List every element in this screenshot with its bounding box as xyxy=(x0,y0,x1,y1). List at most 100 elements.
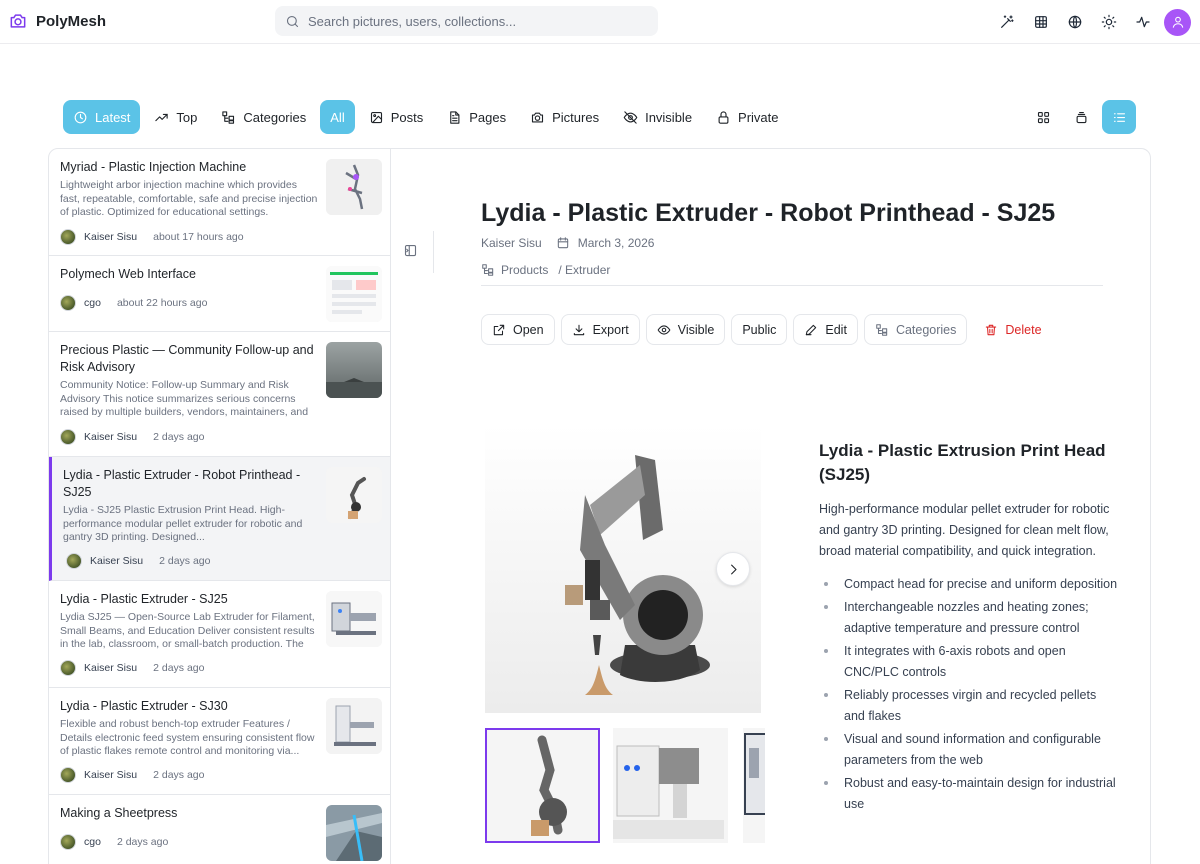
search-input[interactable] xyxy=(308,13,638,29)
button-label: Delete xyxy=(1005,322,1042,337)
feature-item: Reliably processes virgin and recycled p… xyxy=(819,685,1119,727)
filter-all[interactable]: All xyxy=(320,100,355,134)
post-author: Kaiser Sisu xyxy=(84,231,138,243)
app-logo[interactable]: PolyMesh xyxy=(8,11,106,31)
filter-top[interactable]: Top xyxy=(144,100,207,134)
filter-latest[interactable]: Latest xyxy=(63,100,141,134)
public-button[interactable]: Public xyxy=(731,314,788,345)
author-avatar xyxy=(60,660,76,676)
subcategory-link[interactable]: / Extruder xyxy=(558,263,610,277)
author-avatar xyxy=(60,295,76,311)
categories-button[interactable]: Categories xyxy=(863,314,968,345)
magic-wand-button[interactable] xyxy=(990,7,1024,37)
post-desc: Lydia SJ25 — Open-Source Lab Extruder fo… xyxy=(60,611,315,650)
magic-wand-icon xyxy=(1001,15,1014,28)
search-bar[interactable] xyxy=(275,6,658,36)
filter-label: Categories xyxy=(243,109,307,125)
filter-invisible[interactable]: Invisible xyxy=(613,100,702,134)
gallery-thumb[interactable] xyxy=(743,728,765,843)
grid-view-button[interactable] xyxy=(1026,100,1060,134)
camera-icon xyxy=(10,14,26,28)
feature-list: Compact head for precise and uniform dep… xyxy=(819,574,1119,815)
list-item[interactable]: Making a Sheetpress cgo 2 days ago xyxy=(49,795,390,864)
view-mode-bar xyxy=(1026,100,1136,134)
feature-item: Robust and easy-to-maintain design for i… xyxy=(819,773,1119,815)
delete-button[interactable]: Delete xyxy=(973,314,1053,345)
post-meta: Kaiser Sisu 2 days ago xyxy=(60,767,204,783)
feature-item: It integrates with 6-axis robots and ope… xyxy=(819,641,1119,683)
post-thumbnail xyxy=(326,698,382,754)
category-link[interactable]: Products xyxy=(501,263,548,277)
filter-bar: Latest Top Categories All Posts Pages Pi… xyxy=(63,100,789,134)
feature-item: Visual and sound information and configu… xyxy=(819,729,1119,771)
list-item[interactable]: Lydia - Plastic Extruder - Robot Printhe… xyxy=(49,457,390,581)
post-title: Lydia - Plastic Extruder - SJ25 xyxy=(60,592,228,606)
author-avatar xyxy=(60,229,76,245)
theme-toggle-button[interactable] xyxy=(1092,7,1126,37)
user-icon xyxy=(1172,16,1183,28)
filter-pictures[interactable]: Pictures xyxy=(520,100,609,134)
lock-icon xyxy=(718,110,729,124)
post-author: Kaiser Sisu xyxy=(84,662,138,674)
button-label: Export xyxy=(592,322,629,337)
button-label: Categories xyxy=(895,322,957,337)
download-icon xyxy=(573,324,584,335)
filter-label: Pictures xyxy=(552,109,600,125)
post-meta: Kaiser Sisu 2 days ago xyxy=(60,660,204,676)
sidebar-toggle-button[interactable] xyxy=(403,243,418,258)
list-item[interactable]: Lydia - Plastic Extruder - SJ30 Flexible… xyxy=(49,688,390,795)
list-item[interactable]: Polymech Web Interface cgo about 22 hours… xyxy=(49,256,390,332)
post-title: Precious Plastic — Community Follow-up a… xyxy=(60,343,314,374)
button-label: Visible xyxy=(677,322,715,337)
gallery-thumb[interactable] xyxy=(613,728,728,843)
detail-date: March 3, 2026 xyxy=(577,236,655,250)
list-view-button[interactable] xyxy=(1102,100,1136,134)
post-time: 2 days ago xyxy=(153,769,205,781)
post-thumbnail xyxy=(326,467,382,523)
list-item[interactable]: Precious Plastic — Community Follow-up a… xyxy=(49,332,390,457)
activity-button[interactable] xyxy=(1126,7,1160,37)
filter-private[interactable]: Private xyxy=(706,100,788,134)
page-title: Lydia - Plastic Extruder - Robot Printhe… xyxy=(481,199,1056,227)
trash-icon xyxy=(986,324,997,335)
filter-pages[interactable]: Pages xyxy=(437,100,516,134)
next-image-button[interactable] xyxy=(716,552,750,586)
edit-button[interactable]: Edit xyxy=(793,314,858,345)
camera-icon xyxy=(532,112,544,122)
feature-item: Interchangeable nozzles and heating zone… xyxy=(819,597,1119,639)
user-avatar[interactable] xyxy=(1164,8,1191,36)
open-button[interactable]: Open xyxy=(481,314,555,345)
file-text-icon xyxy=(450,110,460,124)
grid-button[interactable] xyxy=(1024,7,1058,37)
post-meta: Kaiser Sisu 2 days ago xyxy=(60,429,204,445)
post-title: Myriad - Plastic Injection Machine xyxy=(60,160,247,174)
post-time: 2 days ago xyxy=(159,555,211,567)
list-item[interactable]: Myriad - Plastic Injection Machine Light… xyxy=(49,149,390,256)
panel-left-icon xyxy=(404,244,417,257)
post-title: Making a Sheetpress xyxy=(60,806,178,820)
eye-icon xyxy=(657,324,671,335)
list-item[interactable]: Lydia - Plastic Extruder - SJ25 Lydia SJ… xyxy=(49,581,390,688)
description-panel: Lydia - Plastic Extrusion Print Head (SJ… xyxy=(819,439,1119,817)
author-avatar xyxy=(60,767,76,783)
author-avatar xyxy=(66,553,82,569)
post-title: Lydia - Plastic Extruder - SJ30 xyxy=(60,699,228,713)
visible-button[interactable]: Visible xyxy=(645,314,726,345)
detail-author[interactable]: Kaiser Sisu xyxy=(481,236,542,250)
stack-icon xyxy=(1076,111,1086,123)
trending-up-icon xyxy=(155,113,169,121)
language-button[interactable] xyxy=(1058,7,1092,37)
post-author: Kaiser Sisu xyxy=(90,555,144,567)
export-button[interactable]: Export xyxy=(560,314,640,345)
filter-categories[interactable]: Categories xyxy=(211,100,316,134)
detail-meta: Kaiser Sisu March 3, 2026 xyxy=(481,236,654,250)
top-header: PolyMesh xyxy=(0,0,1200,44)
filter-label: Posts xyxy=(390,109,424,125)
divider xyxy=(481,285,1103,286)
author-avatar xyxy=(60,429,76,445)
card-view-button[interactable] xyxy=(1064,100,1098,134)
filter-label: Latest xyxy=(95,109,131,125)
filter-posts[interactable]: Posts xyxy=(359,100,434,134)
gallery-thumb[interactable] xyxy=(485,728,600,843)
globe-icon xyxy=(1068,15,1082,29)
